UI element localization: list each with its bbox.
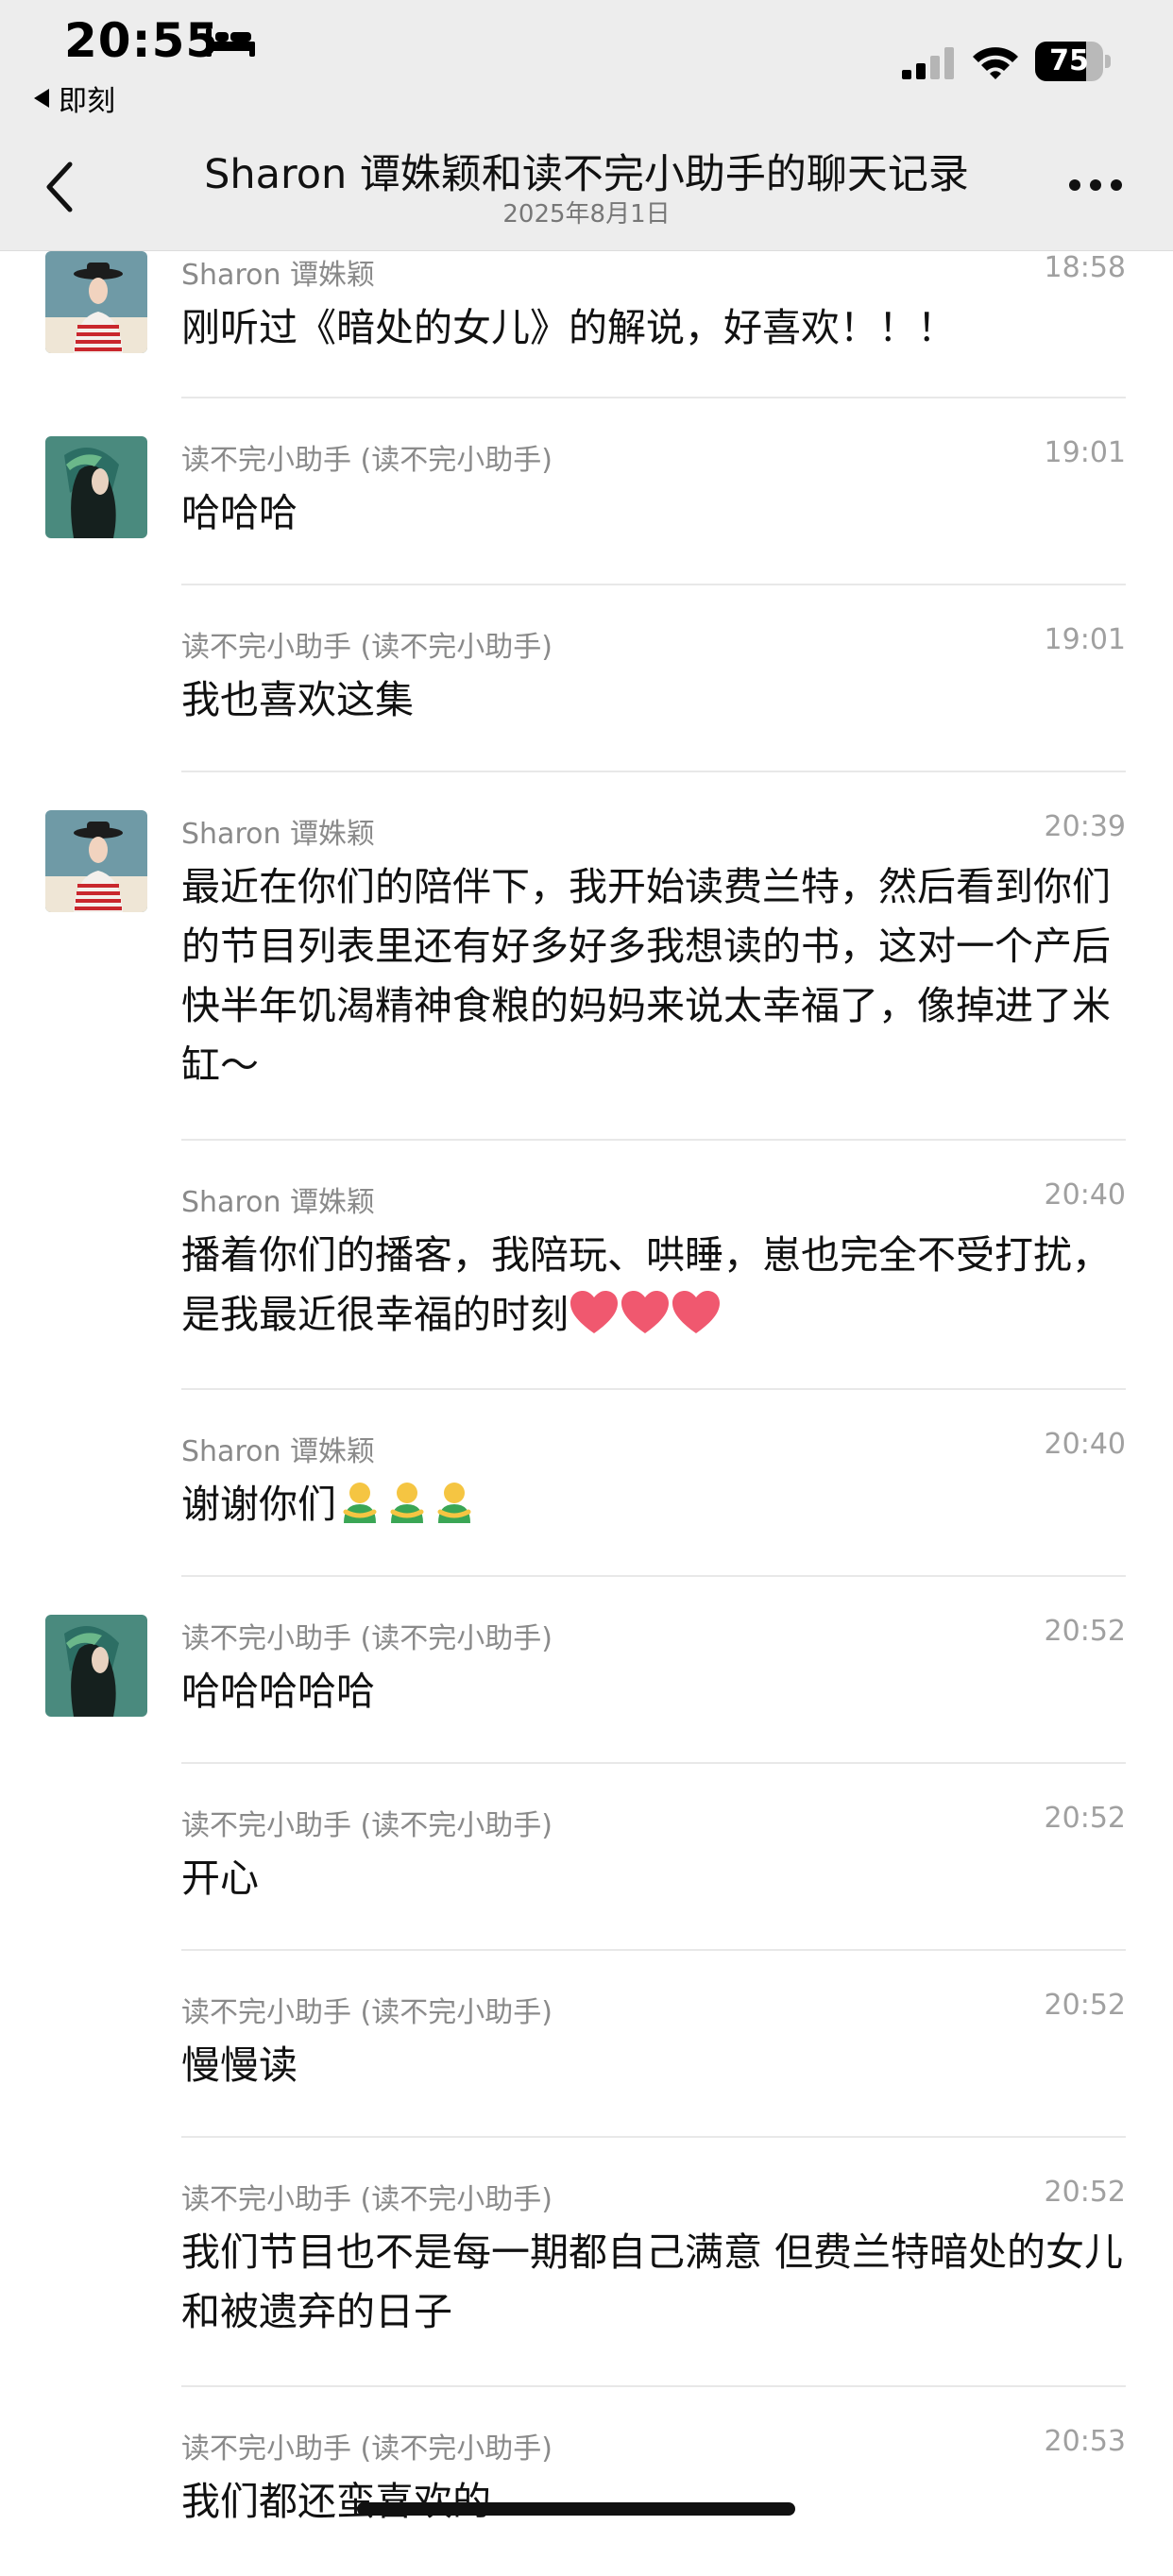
sleep-focus-icon — [206, 28, 255, 57]
battery-icon: 75 — [1035, 42, 1111, 81]
avatar[interactable] — [45, 810, 147, 912]
chat-message[interactable]: Sharon 谭姝颖 20:40 播着你们的播客，我陪玩、哄睡，崽也完全不受打扰… — [0, 1141, 1173, 1390]
back-to-app-button[interactable]: 即刻 — [34, 77, 115, 119]
message-sender: 读不完小助手 (读不完小助手) — [181, 2432, 552, 2466]
heart-icon — [672, 1291, 720, 1333]
message-time: 20:40 — [1044, 1178, 1126, 1212]
chat-message[interactable]: 读不完小助手 (读不完小助手) 19:01 我也喜欢这集 — [0, 585, 1173, 772]
battery-percent: 75 — [1049, 44, 1089, 77]
message-text: 刚听过《暗处的女儿》的解说，好喜欢！！！ — [181, 305, 956, 350]
message-sender: Sharon 谭姝颖 — [181, 818, 376, 851]
chat-message[interactable]: Sharon 谭姝颖 20:40 谢谢你们 — [0, 1390, 1173, 1577]
message-sender: 读不完小助手 (读不完小助手) — [181, 1809, 552, 1842]
chat-history-list: Sharon 谭姝颖 18:58 刚听过《暗处的女儿》的解说，好喜欢！！！ 读不… — [0, 251, 1173, 2576]
chat-message[interactable]: Sharon 谭姝颖 18:58 刚听过《暗处的女儿》的解说，好喜欢！！！ — [0, 251, 1173, 398]
status-time: 20:55 — [64, 13, 220, 68]
message-sender: Sharon 谭姝颖 — [181, 1186, 376, 1219]
message-text: 我也喜欢这集 — [181, 677, 414, 722]
message-text: 我们节目也不是每一期都自己满意 但费兰特暗处的女儿和被遗弃的日子 — [181, 2229, 1124, 2334]
message-text-container: 谢谢你们 — [181, 1475, 1126, 1534]
hug-person-icon — [437, 1483, 471, 1523]
message-text: 哈哈哈 — [181, 490, 298, 535]
heart-icon — [570, 1291, 618, 1333]
avatar[interactable] — [45, 436, 147, 538]
home-indicator[interactable] — [357, 2502, 795, 2516]
chat-message[interactable]: 读不完小助手 (读不完小助手) 20:53 我们都还蛮喜欢的 — [0, 2387, 1173, 2576]
hug-person-icon — [343, 1483, 377, 1523]
message-text: 哈哈哈哈哈 — [181, 1669, 375, 1714]
status-bar: 20:55 即刻 75 — [0, 0, 1173, 123]
chat-message[interactable]: 读不完小助手 (读不完小助手) 20:52 开心 — [0, 1764, 1173, 1951]
message-time: 20:40 — [1044, 1428, 1126, 1461]
message-time: 20:53 — [1044, 2425, 1126, 2458]
heart-icon — [621, 1291, 669, 1333]
message-sender: 读不完小助手 (读不完小助手) — [181, 1996, 552, 2029]
more-options-icon[interactable] — [1069, 179, 1122, 195]
chat-message[interactable]: 读不完小助手 (读不完小助手) 20:52 哈哈哈哈哈 — [0, 1577, 1173, 1764]
back-chevron-icon[interactable] — [42, 159, 79, 215]
message-sender: 读不完小助手 (读不完小助手) — [181, 1622, 552, 1655]
chat-message[interactable]: Sharon 谭姝颖 20:39 最近在你们的陪伴下，我开始读费兰特，然后看到你… — [0, 772, 1173, 1141]
chat-message[interactable]: 读不完小助手 (读不完小助手) 20:52 慢慢读 — [0, 1951, 1173, 2138]
back-app-label: 即刻 — [59, 85, 115, 118]
message-time: 18:58 — [1044, 251, 1126, 284]
message-time: 20:39 — [1044, 810, 1126, 843]
message-time: 20:52 — [1044, 2176, 1126, 2209]
message-text: 最近在你们的陪伴下，我开始读费兰特，然后看到你们的节目列表里还有好多好多我想读的… — [181, 864, 1111, 1088]
cellular-signal-icon — [902, 47, 954, 79]
avatar[interactable] — [45, 251, 147, 353]
message-sender: Sharon 谭姝颖 — [181, 1435, 376, 1468]
message-text: 慢慢读 — [181, 2042, 298, 2088]
page-subtitle-date: 2025年8月1日 — [502, 200, 671, 229]
message-time: 19:01 — [1044, 623, 1126, 656]
message-text: 开心 — [181, 1856, 259, 1901]
message-time: 20:52 — [1044, 1989, 1126, 2022]
message-text: 谢谢你们 — [181, 1482, 336, 1527]
chat-message[interactable]: 读不完小助手 (读不完小助手) 19:01 哈哈哈 — [0, 398, 1173, 585]
avatar[interactable] — [45, 1615, 147, 1717]
chat-message[interactable]: 读不完小助手 (读不完小助手) 20:52 我们节目也不是每一期都自己满意 但费… — [0, 2138, 1173, 2387]
message-text-container: 播着你们的播客，我陪玩、哄睡，崽也完全不受打扰，是我最近很幸福的时刻 — [181, 1226, 1126, 1345]
page-title: Sharon 谭姝颖和读不完小助手的聊天记录 — [204, 151, 969, 198]
message-time: 20:52 — [1044, 1615, 1126, 1648]
message-time: 20:52 — [1044, 1802, 1126, 1835]
message-sender: 读不完小助手 (读不完小助手) — [181, 2183, 552, 2216]
message-sender: 读不完小助手 (读不完小助手) — [181, 631, 552, 664]
message-time: 19:01 — [1044, 436, 1126, 469]
message-sender: 读不完小助手 (读不完小助手) — [181, 444, 552, 477]
hug-person-icon — [390, 1483, 424, 1523]
back-triangle-icon — [34, 89, 49, 108]
wifi-icon — [973, 47, 1018, 79]
message-sender: Sharon 谭姝颖 — [181, 259, 376, 292]
navigation-bar: Sharon 谭姝颖和读不完小助手的聊天记录 2025年8月1日 — [0, 123, 1173, 251]
